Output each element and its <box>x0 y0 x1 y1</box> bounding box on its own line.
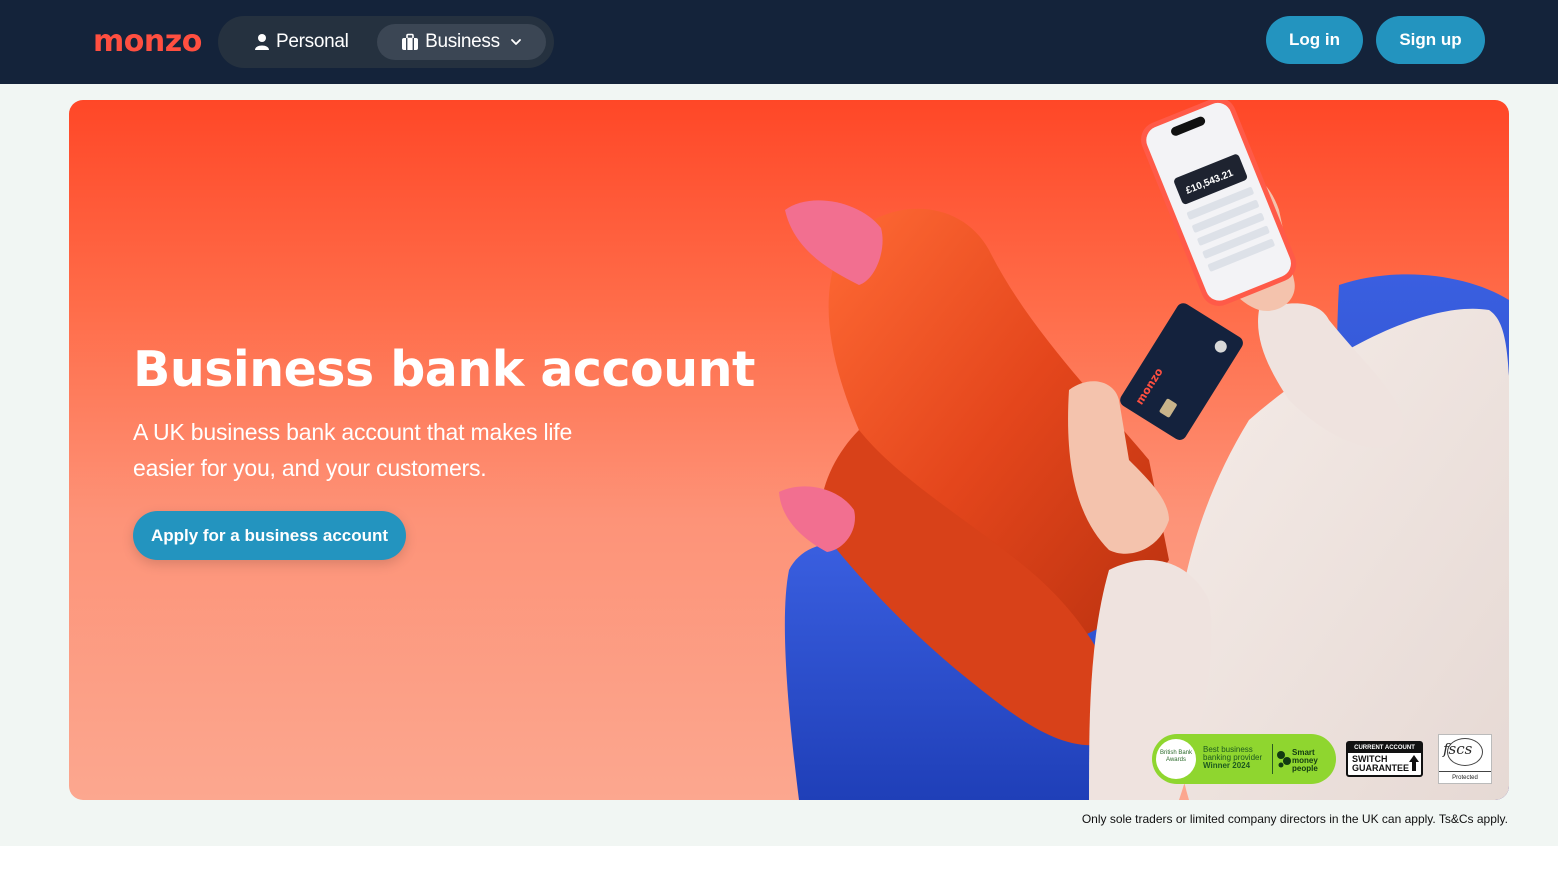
award-divider <box>1272 744 1273 774</box>
switch-line-2: GUARANTEE <box>1352 763 1410 773</box>
nav-business[interactable]: Business <box>377 24 546 60</box>
debit-card: monzo <box>1120 303 1243 440</box>
smart-money-people-label: Smart money people <box>1292 748 1318 773</box>
login-button[interactable]: Log in <box>1266 16 1363 64</box>
chevron-down-icon <box>510 39 521 45</box>
briefcase-icon <box>402 33 419 50</box>
site-header: monzo Personal Business Log in Sign up <box>0 0 1558 84</box>
signup-button[interactable]: Sign up <box>1376 16 1485 64</box>
person-icon <box>255 34 269 50</box>
fscs-badge: fscs Protected <box>1438 734 1492 784</box>
arrow-up-icon <box>1409 755 1419 771</box>
page-title: Business bank account <box>133 341 755 398</box>
british-bank-awards-logo: British Bank Awards <box>1156 739 1196 779</box>
monzo-logo[interactable]: monzo <box>93 22 202 62</box>
hero-subtitle: A UK business bank account that makes li… <box>133 419 573 481</box>
award-badge: British Bank Awards Best business bankin… <box>1152 734 1336 784</box>
hero-banner: £10,543.21 monzo Business bank account A… <box>69 100 1509 800</box>
fscs-caption: Protected <box>1439 771 1491 783</box>
award-text: Best business banking provider Winner 20… <box>1203 746 1275 770</box>
nav-personal[interactable]: Personal <box>248 24 355 60</box>
switch-label: SWITCH GUARANTEE <box>1352 755 1409 773</box>
nav-personal-label: Personal <box>276 31 349 52</box>
switch-guarantee-badge: CURRENT ACCOUNT SWITCH GUARANTEE <box>1346 741 1423 777</box>
apply-business-account-button[interactable]: Apply for a business account <box>133 511 406 560</box>
smart-money-people-icon <box>1277 751 1291 768</box>
award-line-3: Winner 2024 <box>1203 761 1251 770</box>
audience-switcher: Personal Business <box>218 16 554 68</box>
eligibility-disclaimer: Only sole traders or limited company dir… <box>1081 812 1508 826</box>
fscs-logo: fscs <box>1443 740 1473 758</box>
nav-business-label: Business <box>425 31 500 52</box>
switch-top-label: CURRENT ACCOUNT <box>1348 743 1421 753</box>
